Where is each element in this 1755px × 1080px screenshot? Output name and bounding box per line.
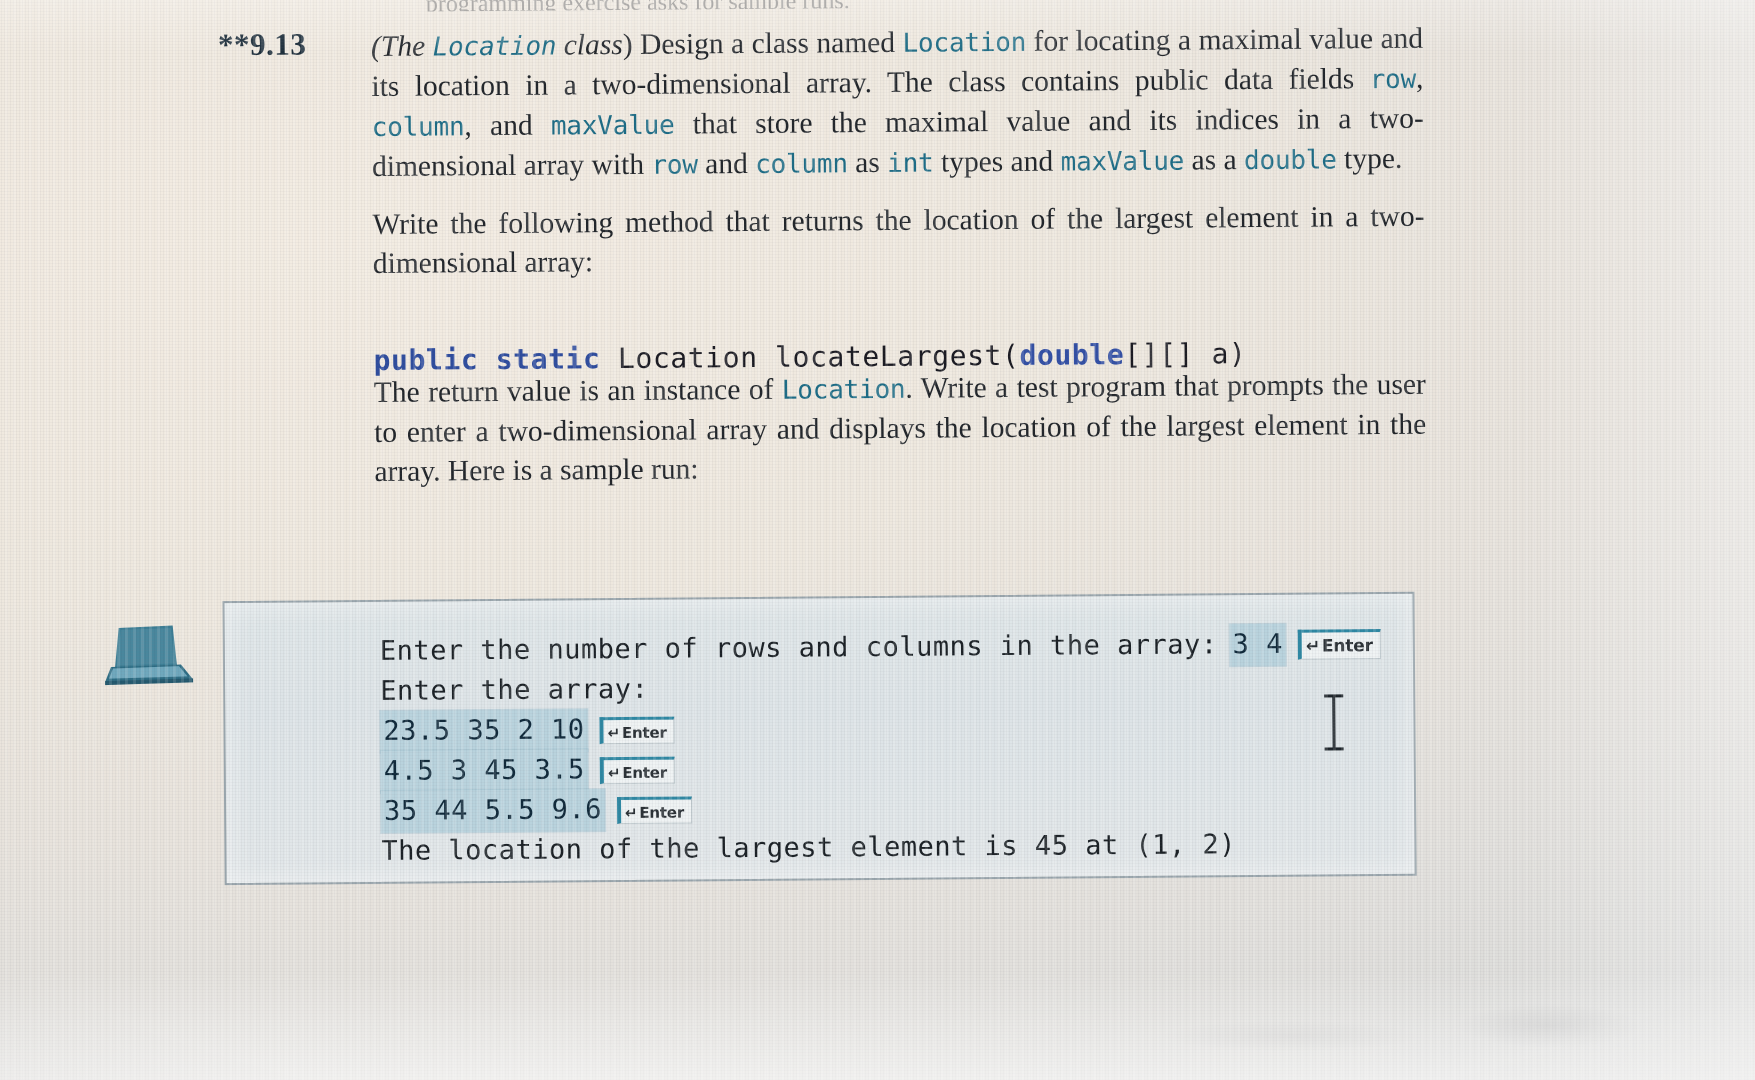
result-text: The location of the largest element is 4… bbox=[381, 829, 1237, 867]
enter-key-badge-dimensions: ↵ Enter bbox=[1297, 629, 1381, 660]
exercise-title: (The Location class bbox=[370, 28, 623, 63]
prompt-rows-columns: Enter the number of rows and columns in … bbox=[379, 629, 1218, 667]
enter-key-label-0: Enter bbox=[621, 723, 667, 742]
code-keyword-public-static: public static bbox=[373, 342, 601, 377]
user-input-row-1: 4.5 3 45 3.5 bbox=[380, 749, 589, 793]
enter-return-arrow-icon-1: ↵ bbox=[607, 763, 621, 782]
enter-key-label-2: Enter bbox=[639, 803, 685, 822]
code-method-declaration: Location locateLargest( bbox=[600, 338, 1020, 376]
method-signature-code: public static Location locateLargest(dou… bbox=[373, 337, 1246, 377]
laptop-icon bbox=[101, 619, 198, 688]
exercise-paragraph-1: (The Location class) Design a class name… bbox=[370, 22, 1424, 183]
enter-return-arrow-icon-0: ↵ bbox=[607, 723, 621, 742]
exercise-paragraph-3: The return value is an instance of Locat… bbox=[373, 368, 1427, 488]
enter-key-label-1: Enter bbox=[622, 763, 668, 782]
exercise-paragraph-2: Write the following method that returns … bbox=[372, 200, 1425, 280]
page-content: programming exercise asks for sample run… bbox=[0, 0, 1755, 1080]
inline-code-column: column bbox=[371, 112, 465, 143]
exercise-number: **9.13 bbox=[217, 26, 307, 63]
inline-code-row-2: row bbox=[651, 150, 698, 181]
prompt-enter-array: Enter the array: bbox=[380, 673, 649, 707]
inline-code-double: double bbox=[1243, 145, 1337, 177]
inline-code-location: Location bbox=[902, 27, 1027, 59]
sample-run-box: Enter the number of rows and columns in … bbox=[222, 591, 1417, 886]
inline-code-maxvalue: maxValue bbox=[550, 110, 675, 142]
sample-line-prompt-dimensions: Enter the number of rows and columns in … bbox=[379, 623, 1381, 672]
enter-key-badge-row-0: ↵ Enter bbox=[599, 716, 675, 744]
inline-code-location-title: Location bbox=[432, 31, 557, 63]
code-params-tail: [][] a) bbox=[1124, 337, 1247, 372]
code-keyword-double: double bbox=[1019, 338, 1125, 372]
cut-off-previous-line: programming exercise asks for sample run… bbox=[426, 0, 1366, 12]
inline-code-location-3: Location bbox=[781, 374, 906, 406]
enter-key-badge-row-1: ↵ Enter bbox=[599, 756, 676, 784]
inline-code-maxvalue-2: maxValue bbox=[1060, 146, 1185, 178]
inline-code-column-2: column bbox=[755, 149, 848, 180]
user-input-row-0: 23.5 35 2 10 bbox=[380, 709, 588, 753]
textbook-page-photo: programming exercise asks for sample run… bbox=[0, 0, 1755, 1080]
inline-code-row: row bbox=[1369, 64, 1417, 96]
enter-key-label: Enter bbox=[1321, 636, 1373, 657]
sample-line-result: The location of the largest element is 4… bbox=[381, 824, 1382, 872]
user-input-dimensions: 3 4 bbox=[1229, 623, 1287, 667]
enter-key-badge-row-2: ↵ Enter bbox=[616, 795, 693, 824]
sample-run-output: Enter the number of rows and columns in … bbox=[379, 623, 1383, 872]
user-input-row-2: 35 44 5.5 9.6 bbox=[380, 789, 606, 833]
exercise-body: (The Location class) Design a class name… bbox=[371, 20, 1427, 510]
inline-code-int: int bbox=[887, 148, 934, 179]
enter-return-arrow-icon-2: ↵ bbox=[624, 803, 638, 822]
enter-return-arrow-icon: ↵ bbox=[1305, 636, 1321, 657]
